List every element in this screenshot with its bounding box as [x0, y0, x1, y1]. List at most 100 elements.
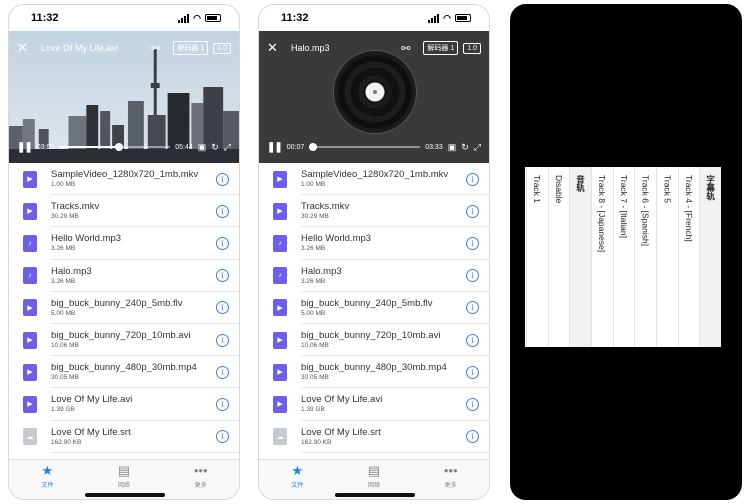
info-icon[interactable]: i: [466, 172, 479, 186]
file-name: Hello World.mp3: [51, 233, 122, 245]
video-file-icon: ▶: [273, 395, 287, 413]
seek-bar[interactable]: [59, 143, 171, 151]
info-icon[interactable]: i: [216, 204, 229, 218]
info-icon[interactable]: i: [466, 365, 479, 379]
tab-label: 更多: [444, 483, 457, 489]
pause-icon[interactable]: ❚❚: [17, 142, 33, 153]
speed-button[interactable]: 1.0: [463, 42, 481, 54]
player-controls: ❚❚ 03:05 05:44 ▣ ↻ ⤢: [9, 139, 239, 155]
decoder-button[interactable]: 解码器 1: [423, 41, 459, 55]
info-icon[interactable]: i: [216, 172, 229, 186]
info-icon[interactable]: i: [216, 430, 229, 444]
tab-more[interactable]: ••• 更多: [412, 460, 489, 499]
subtitle-icon[interactable]: ▣: [448, 142, 457, 153]
wifi-icon: ◠: [443, 12, 451, 23]
file-row[interactable]: ♪ Hello World.mp3 3.26 MB i: [259, 227, 489, 260]
file-row[interactable]: ▶ Tracks.mkv 30.29 MB i: [9, 195, 239, 228]
file-list: ▶ SampleVideo_1280x720_1mb.mkv 1.00 MB i ▶ Tr…: [9, 163, 239, 459]
file-name: Tracks.mkv: [51, 201, 100, 213]
file-size: 162.90 KB: [51, 438, 82, 446]
file-row[interactable]: ▶ SampleVideo_1280x720_1mb.mkv 1.00 MB i: [9, 163, 239, 196]
file-row[interactable]: ▶ SampleVideo_1280x720_1mb.mkv 1.00 MB i: [259, 163, 489, 196]
file-row[interactable]: ▶ big_buck_bunny_240p_5mb.flv 5.00 MB i: [9, 292, 239, 325]
info-icon[interactable]: i: [216, 365, 229, 379]
file-row[interactable]: ▶ big_buck_bunny_720p_10mb.avi 10.06 MB i: [9, 324, 239, 357]
battery-icon: [205, 14, 221, 22]
file-name: big_buck_bunny_720p_10mb.avi: [51, 330, 191, 342]
file-size: 1.39 GB: [301, 406, 325, 414]
subtitle-track-option[interactable]: Track 7 - [Italian]: [612, 167, 635, 347]
pause-icon[interactable]: ❚❚: [267, 142, 283, 153]
info-icon[interactable]: i: [216, 397, 229, 411]
tab-more[interactable]: ••• 更多: [162, 460, 239, 499]
player-top-bar: ✕ Halo.mp3 ⚯ 解码器 1 1.0: [259, 39, 489, 57]
rotate-icon[interactable]: ↻: [211, 142, 219, 153]
file-row[interactable]: ▶ big_buck_bunny_240p_5mb.flv 5.00 MB i: [259, 292, 489, 325]
info-icon[interactable]: i: [216, 301, 229, 315]
speed-button[interactable]: 1.0: [213, 42, 231, 54]
video-file-icon: ▶: [273, 170, 287, 188]
audio-player[interactable]: ✕ Halo.mp3 ⚯ 解码器 1 1.0 ❚❚ 00:07 03:33 ▣ …: [259, 31, 489, 163]
info-icon[interactable]: i: [216, 269, 229, 283]
rotate-icon[interactable]: ↻: [461, 142, 469, 153]
fullscreen-icon[interactable]: ⤢: [474, 142, 481, 153]
track-option-label: Track 8 - [Japanese]: [597, 175, 608, 253]
player-title: Love Of My Life.avi: [41, 43, 119, 53]
info-icon[interactable]: i: [466, 430, 479, 444]
file-row[interactable]: ▶ Love Of My Life.avi 1.39 GB i: [9, 388, 239, 421]
share-icon[interactable]: ⚯: [401, 42, 410, 55]
decoder-button[interactable]: 解码器 1: [173, 41, 209, 55]
fullscreen-icon[interactable]: ⤢: [224, 142, 231, 153]
info-icon[interactable]: i: [466, 204, 479, 218]
file-text: Tracks.mkv 30.29 MB: [51, 201, 216, 221]
file-name: big_buck_bunny_240p_5mb.flv: [301, 297, 433, 309]
file-name: Love Of My Life.avi: [301, 394, 383, 406]
tab-star[interactable]: ★ 文件: [9, 460, 86, 499]
audio-file-icon: ♪: [273, 267, 287, 285]
audio-track-option[interactable]: Track 1: [525, 167, 548, 347]
file-row[interactable]: ☁ Love Of My Life.srt 162.90 KB i: [9, 421, 239, 453]
status-icons: ◠: [428, 13, 471, 24]
close-icon[interactable]: ✕: [267, 40, 283, 56]
subtitle-track-option[interactable]: Track 6 - [Spanish]: [634, 167, 656, 347]
audio-track-option[interactable]: Disable: [547, 167, 570, 347]
tab-star[interactable]: ★ 文件: [259, 460, 336, 499]
close-icon[interactable]: ✕: [17, 40, 33, 56]
home-indicator: [335, 493, 415, 497]
file-text: big_buck_bunny_240p_5mb.flv 5.00 MB: [301, 298, 466, 318]
file-size: 3.26 MB: [51, 277, 76, 285]
track-option-label: Track 7 - [Italian]: [618, 175, 629, 238]
seek-knob[interactable]: [308, 143, 317, 151]
info-icon[interactable]: i: [466, 333, 479, 347]
subtitle-icon[interactable]: ▣: [198, 142, 207, 153]
info-icon[interactable]: i: [466, 269, 479, 283]
share-icon[interactable]: ⚯: [151, 42, 160, 55]
file-name: big_buck_bunny_240p_5mb.flv: [51, 297, 183, 309]
file-text: Halo.mp3 3.26 MB: [301, 266, 466, 286]
file-name: Halo.mp3: [301, 265, 342, 277]
tab-label: 更多: [194, 483, 207, 489]
info-icon[interactable]: i: [466, 236, 479, 250]
file-row[interactable]: ☁ Love Of My Life.srt 162.90 KB i: [259, 421, 489, 453]
file-row[interactable]: ♪ Halo.mp3 3.26 MB i: [259, 260, 489, 292]
player-title: Halo.mp3: [291, 43, 330, 53]
seek-knob[interactable]: [115, 143, 124, 151]
video-player[interactable]: ✕ Love Of My Life.avi ⚯ 解码器 1 1.0 ❚❚ 03:…: [9, 31, 239, 163]
subtitle-track-option[interactable]: Track 4 - [French]: [677, 167, 700, 347]
file-row[interactable]: ♪ Hello World.mp3 3.26 MB i: [9, 227, 239, 260]
file-size: 1.00 MB: [51, 181, 76, 189]
info-icon[interactable]: i: [466, 397, 479, 411]
file-row[interactable]: ▶ Love Of My Life.avi 1.39 GB i: [259, 388, 489, 421]
file-row[interactable]: ▶ big_buck_bunny_720p_10mb.avi 10.06 MB i: [259, 324, 489, 357]
file-row[interactable]: ♪ Halo.mp3 3.26 MB i: [9, 260, 239, 292]
subtitle-track-option[interactable]: Track 5: [655, 167, 678, 347]
seek-bar[interactable]: [308, 143, 421, 151]
file-row[interactable]: ▶ big_buck_bunny_480p_30mb.mp4 30.05 MB i: [9, 356, 239, 389]
info-icon[interactable]: i: [466, 301, 479, 315]
subtitle-track-option[interactable]: Track 8 - [Japanese]: [590, 167, 613, 347]
file-row[interactable]: ▶ big_buck_bunny_480p_30mb.mp4 30.05 MB i: [259, 356, 489, 389]
info-icon[interactable]: i: [216, 236, 229, 250]
info-icon[interactable]: i: [216, 333, 229, 347]
video-file-icon: ▶: [23, 331, 37, 349]
file-row[interactable]: ▶ Tracks.mkv 30.29 MB i: [259, 195, 489, 228]
